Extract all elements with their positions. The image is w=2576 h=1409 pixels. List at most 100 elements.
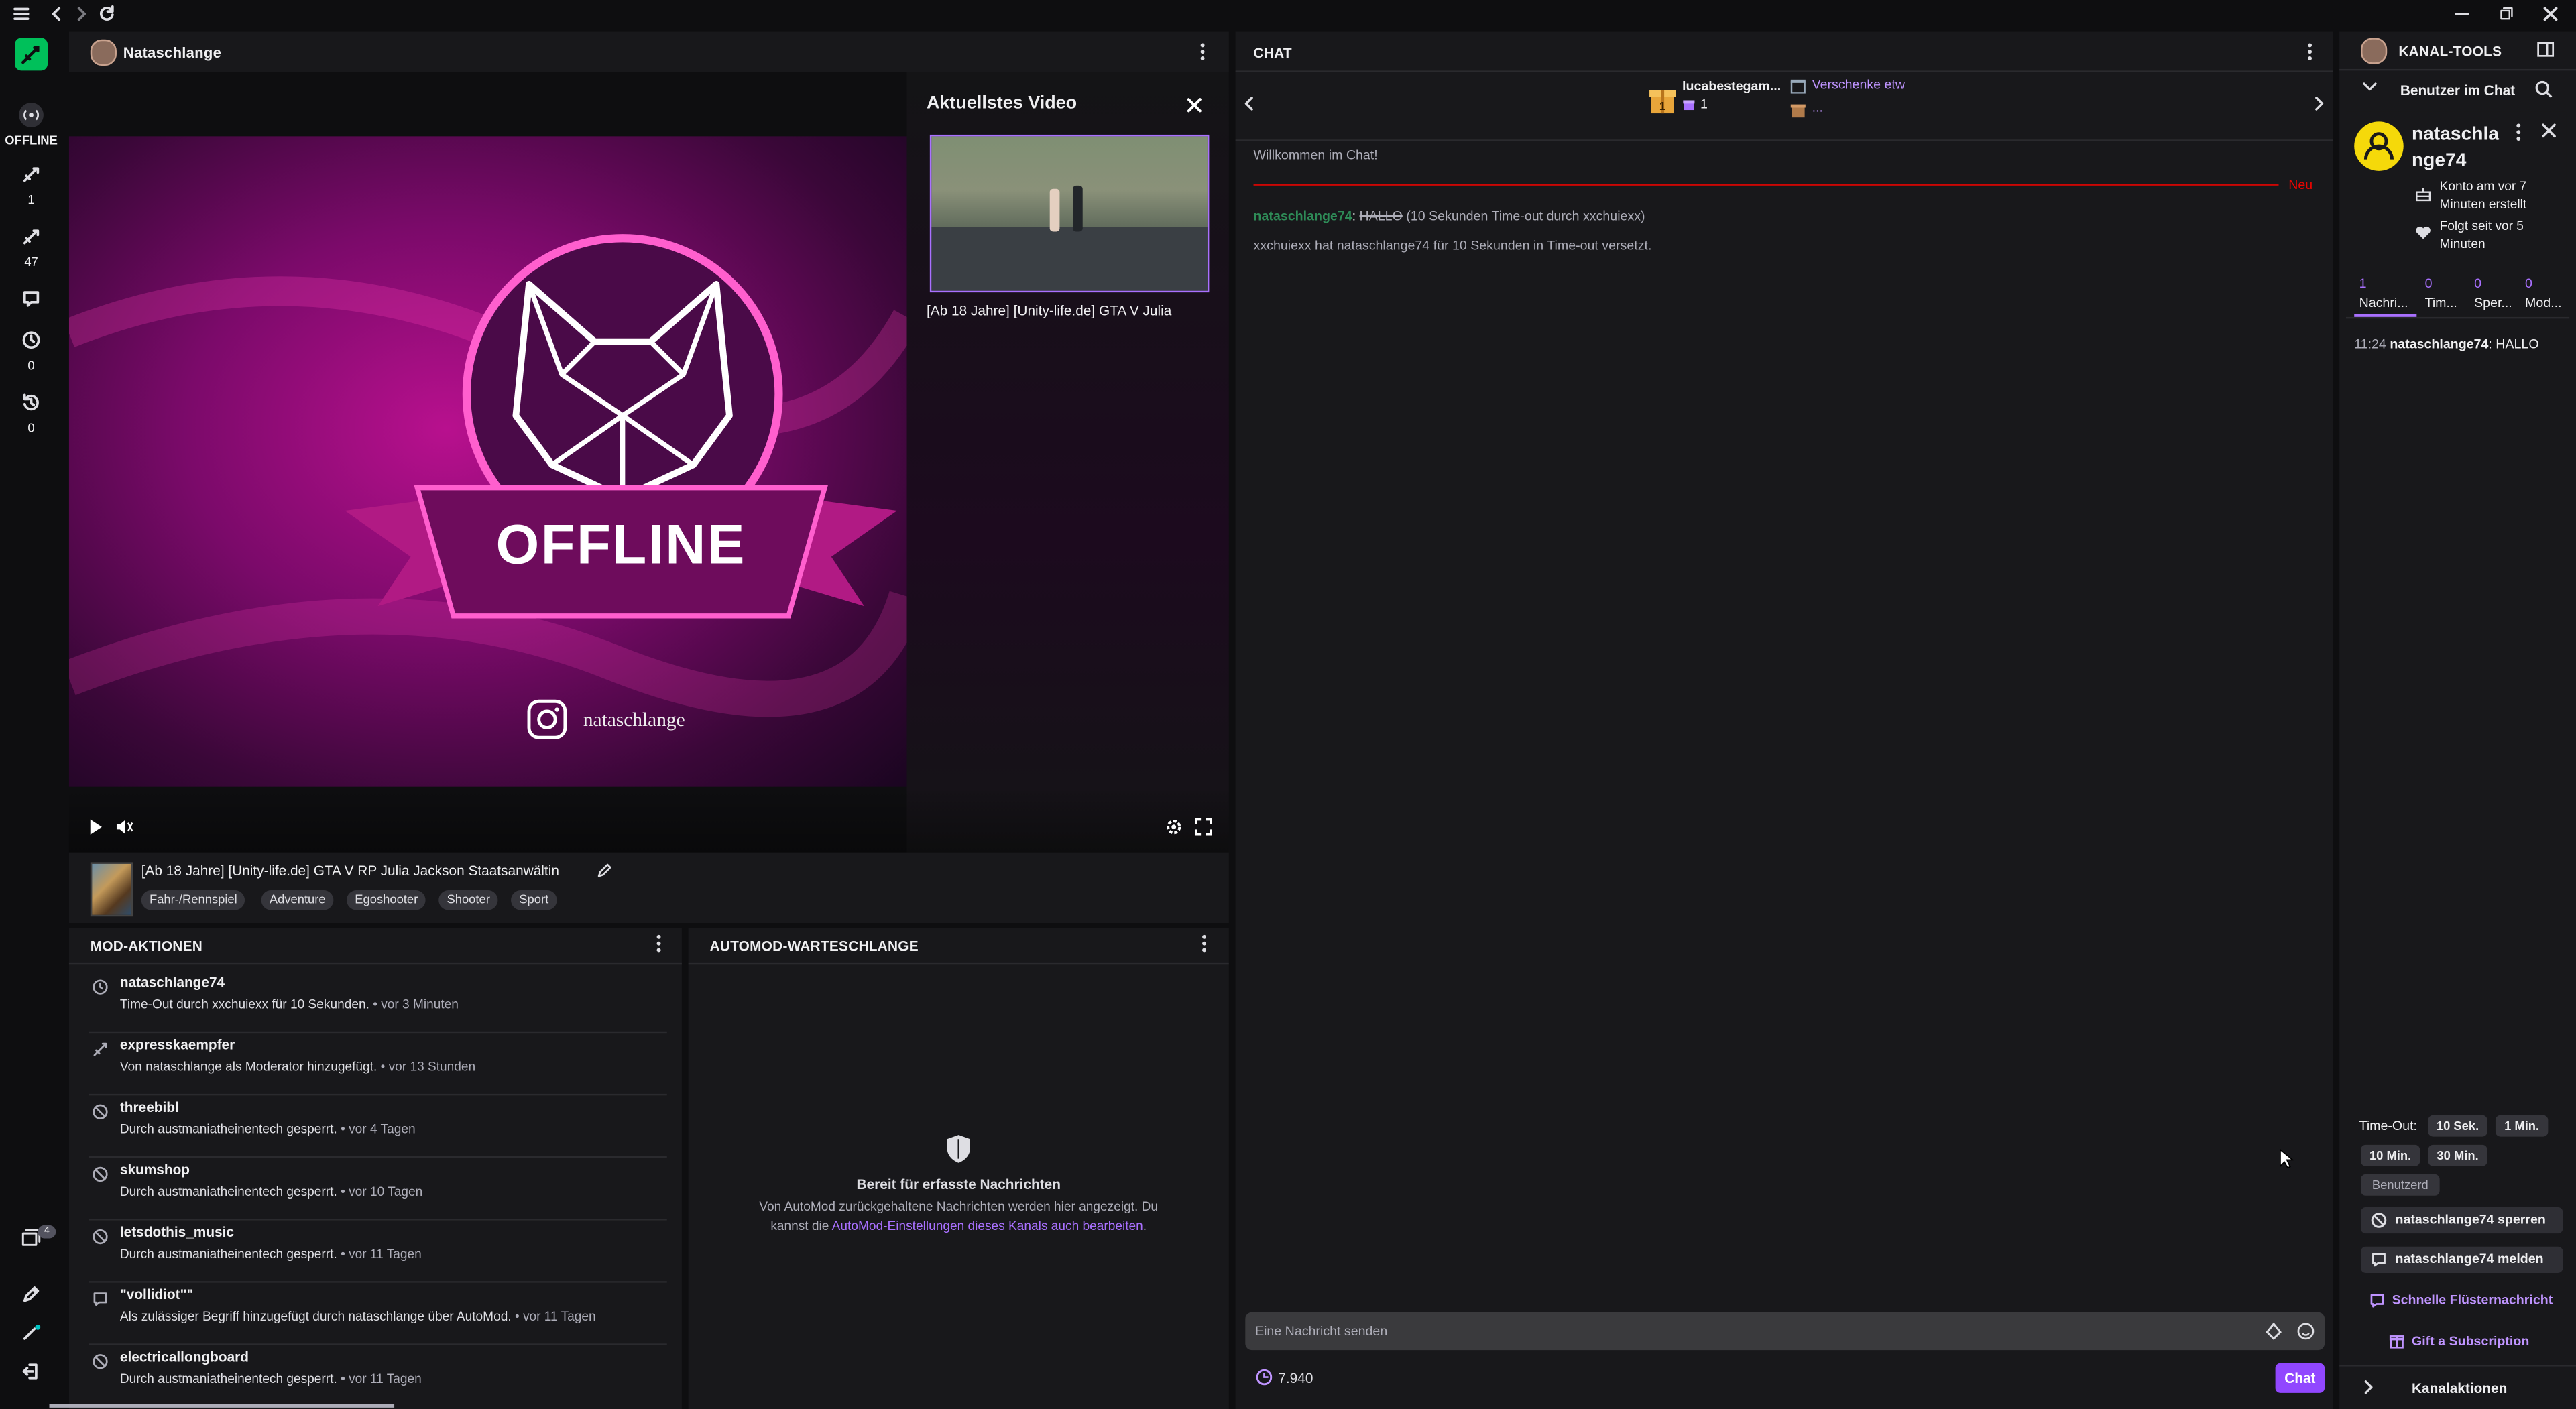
timeout-1m-button[interactable]: 1 Min. (2495, 1115, 2549, 1137)
users-in-chat-label[interactable]: Benutzer im Chat (2400, 82, 2515, 99)
mod-action-row[interactable]: skumshop Durch austmaniatheinentech gesp… (89, 1156, 667, 1221)
channel-points-icon[interactable] (1255, 1368, 1273, 1386)
rail-actions-counter[interactable]: 47 (0, 227, 62, 269)
mod-action-row[interactable]: nataschlange74 Time-Out durch xxchuiexx … (89, 969, 667, 1034)
sparkle-sword-icon[interactable] (21, 1322, 43, 1341)
hamburger-menu-icon[interactable] (13, 7, 30, 21)
tag-adventure[interactable]: Adventure (261, 890, 334, 910)
clock-icon (22, 331, 40, 349)
stat-messages-tab[interactable]: Nachri... (2359, 296, 2408, 310)
tag-shooter[interactable]: Shooter (438, 890, 499, 910)
channel-name[interactable]: Nataschlange (123, 44, 221, 61)
mod-action-user[interactable]: skumshop (120, 1161, 190, 1178)
stream-manager-logo[interactable] (15, 38, 48, 71)
mod-action-user[interactable]: nataschlange74 (120, 974, 225, 991)
mod-action-user[interactable]: threebibl (120, 1099, 179, 1115)
rail-timeouts-counter[interactable]: 0 (0, 330, 62, 373)
gift-subscription-link[interactable]: Gift a Subscription (2412, 1334, 2529, 1349)
stat-mod-tab[interactable]: Mod... (2525, 296, 2561, 310)
stat-timeouts-tab[interactable]: Tim... (2425, 296, 2457, 310)
chat-message-user[interactable]: nataschlange74 (1254, 208, 1352, 223)
mod-action-row[interactable]: letsdothis_music Durch austmaniatheinent… (89, 1219, 667, 1283)
broadcast-status[interactable]: OFFLINE (0, 102, 62, 148)
gift-sub-cta-link[interactable]: Verschenke etw (1812, 77, 1905, 92)
mod-action-user[interactable]: "vollidiot"" (120, 1286, 193, 1303)
reload-icon[interactable] (99, 5, 115, 21)
close-window-icon[interactable] (2543, 7, 2558, 21)
minimize-icon[interactable] (2455, 7, 2469, 21)
popout-icon[interactable] (2536, 41, 2555, 58)
chat-input-field[interactable]: Eine Nachricht senden (1245, 1312, 2325, 1351)
quick-whisper-link[interactable]: Schnelle Flüsternachricht (2392, 1292, 2553, 1307)
game-box-art[interactable] (90, 862, 133, 917)
automod-settings-link[interactable]: AutoMod-Einstellungen dieses Kanals auch… (832, 1219, 1143, 1233)
leaderboard-prev-icon[interactable] (1242, 95, 1256, 112)
restore-icon[interactable] (2499, 7, 2514, 21)
chat-system-message: xxchuiexx hat nataschlange74 für 10 Seku… (1253, 238, 1652, 253)
latest-video-thumbnail[interactable] (929, 134, 1210, 293)
log-user[interactable]: nataschlange74 (2390, 336, 2488, 351)
play-icon[interactable] (87, 818, 104, 836)
mod-action-desc: Durch austmaniatheinentech gesperrt. • v… (119, 1246, 422, 1262)
tag-racing[interactable]: Fahr-/Rennspiel (141, 890, 245, 910)
back-arrow-icon[interactable] (50, 7, 64, 21)
mod-action-row[interactable]: threebibl Durch austmaniatheinentech ges… (89, 1094, 667, 1158)
forward-arrow-icon[interactable] (74, 7, 89, 21)
expand-chevron-icon[interactable] (2362, 1380, 2376, 1394)
tools-header-divider (2339, 68, 2576, 71)
gift-leader-user[interactable]: lucabestegam... (1682, 79, 1781, 94)
chat-send-button[interactable]: Chat (2275, 1363, 2325, 1393)
automod-more-icon[interactable] (1197, 933, 1211, 955)
video-panel: Nataschlange OFFLINE nataschlange Aktuel… (68, 31, 1229, 853)
shield-icon (947, 1135, 970, 1163)
mod-action-row[interactable]: "vollidiot"" Als zulässiger Begriff hinz… (89, 1281, 667, 1345)
mod-action-row[interactable]: electricallongboard Durch austmaniathein… (89, 1343, 666, 1406)
latest-video-title[interactable]: [Ab 18 Jahre] [Unity-life.de] GTA V Juli… (927, 302, 1216, 319)
search-icon[interactable] (2535, 80, 2553, 99)
rail-chat-button[interactable] (0, 289, 62, 308)
bits-icon[interactable] (2266, 1322, 2282, 1341)
user-avatar[interactable] (2354, 121, 2404, 171)
exit-icon[interactable] (21, 1361, 41, 1381)
collapse-chevron-icon[interactable] (2362, 80, 2377, 94)
rail-mods-counter[interactable]: 1 (0, 164, 62, 207)
user-card-more-icon[interactable] (2512, 121, 2525, 143)
chat-message: nataschlange74: HALLO (10 Sekunden Time-… (1254, 208, 1645, 223)
mod-action-user[interactable]: letsdothis_music (120, 1223, 234, 1240)
report-user-button[interactable]: nataschlange74 melden (2361, 1246, 2563, 1273)
custom-timeout-input[interactable]: Benutzerd (2361, 1174, 2440, 1196)
stream-title[interactable]: [Ab 18 Jahre] [Unity-life.de] GTA V RP J… (141, 862, 559, 879)
more-options-icon[interactable] (1196, 41, 1210, 62)
latest-video-heading: Aktuellstes Video (926, 93, 1077, 114)
mod-action-row[interactable]: expresskaempfer Von nataschlange als Mod… (89, 1032, 667, 1096)
mod-actions-more-icon[interactable] (652, 933, 666, 955)
tag-sport[interactable]: Sport (511, 890, 557, 910)
mod-action-user[interactable]: expresskaempfer (120, 1036, 235, 1053)
mod-actions-scrollbar[interactable] (49, 1404, 395, 1408)
pencil-icon[interactable] (21, 1284, 41, 1304)
timeout-30m-button[interactable]: 30 Min. (2428, 1144, 2487, 1166)
channel-avatar[interactable] (90, 39, 117, 66)
activity-badge: 4 (38, 1225, 56, 1239)
timeout-10m-button[interactable]: 10 Min. (2361, 1144, 2420, 1166)
fullscreen-icon[interactable] (1194, 818, 1212, 836)
mod-action-user[interactable]: electricallongboard (120, 1349, 249, 1365)
tools-avatar[interactable] (2361, 38, 2388, 64)
user-card-name-line2: nge74 (2411, 151, 2467, 171)
mod-actions-title: MOD-AKTIONEN (90, 938, 202, 955)
ban-user-button[interactable]: nataschlange74 sperren (2361, 1207, 2563, 1234)
emote-picker-icon[interactable] (2296, 1322, 2315, 1340)
timeout-10s-button[interactable]: 10 Sek. (2428, 1115, 2487, 1137)
tag-egoshooter[interactable]: Egoshooter (347, 890, 426, 910)
stat-bans-tab[interactable]: Sper... (2474, 296, 2512, 310)
rail-unbans-counter[interactable]: 0 (0, 393, 62, 435)
close-overlay-icon[interactable] (1186, 97, 1203, 114)
chat-more-icon[interactable] (2303, 41, 2317, 62)
channel-actions-label[interactable]: Kanalaktionen (2412, 1380, 2507, 1396)
settings-gear-icon[interactable] (1165, 818, 1183, 836)
volume-icon[interactable] (115, 818, 133, 836)
user-card-close-icon[interactable] (2542, 123, 2557, 138)
edit-pencil-icon[interactable] (596, 862, 613, 879)
channel-points-count[interactable]: 7.940 (1278, 1370, 1313, 1387)
leaderboard-next-icon[interactable] (2312, 95, 2327, 112)
